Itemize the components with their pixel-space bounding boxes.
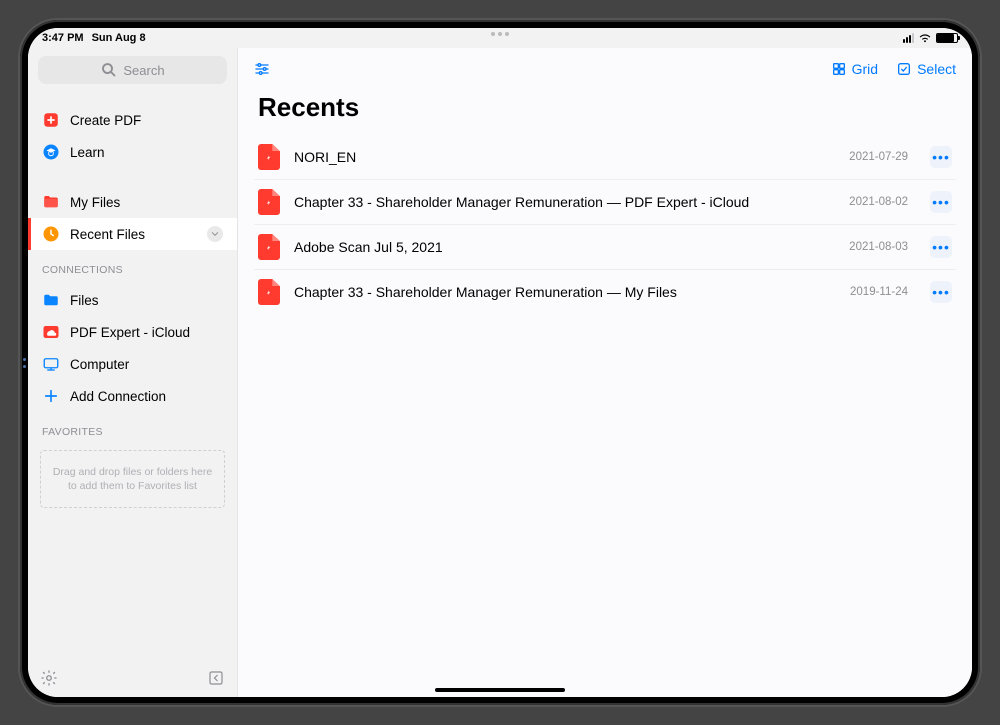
sidebar-footer	[28, 659, 237, 697]
select-button[interactable]: Select	[896, 61, 956, 77]
file-name: Chapter 33 - Shareholder Manager Remuner…	[294, 284, 836, 300]
main-panel: Grid Select Recents NORI_EN 2021-07-29	[238, 48, 972, 697]
grid-label: Grid	[852, 61, 878, 77]
pdf-expert-cloud-icon	[42, 323, 60, 341]
sidebar-item-pdf-expert-icloud[interactable]: PDF Expert - iCloud	[28, 316, 237, 348]
sidebar-item-label: Computer	[70, 357, 129, 372]
settings-gear-icon[interactable]	[40, 669, 58, 687]
sidebar-item-my-files[interactable]: My Files	[28, 186, 237, 218]
file-row[interactable]: Chapter 33 - Shareholder Manager Remuner…	[254, 180, 956, 225]
status-bar: 3:47 PM Sun Aug 8	[28, 28, 972, 48]
wifi-icon	[918, 33, 932, 43]
file-name: Adobe Scan Jul 5, 2021	[294, 239, 835, 255]
file-date: 2019-11-24	[850, 286, 908, 298]
search-input[interactable]: Search	[38, 56, 227, 84]
app-content: Search Create PDF Learn	[28, 48, 972, 697]
collapse-sidebar-icon[interactable]	[207, 669, 225, 687]
file-more-button[interactable]: •••	[930, 146, 952, 168]
sidebar-item-create-pdf[interactable]: Create PDF	[28, 104, 237, 136]
sidebar-item-computer[interactable]: Computer	[28, 348, 237, 380]
sidebar-item-files[interactable]: Files	[28, 284, 237, 316]
multitask-dots[interactable]	[491, 32, 509, 36]
select-checkbox-icon	[896, 61, 912, 77]
page-title: Recents	[238, 86, 972, 135]
sidebar-item-learn[interactable]: Learn	[28, 136, 237, 168]
file-more-button[interactable]: •••	[930, 236, 952, 258]
pdf-file-icon	[258, 144, 280, 170]
learn-icon	[42, 143, 60, 161]
file-name: Chapter 33 - Shareholder Manager Remuner…	[294, 194, 835, 210]
search-icon	[100, 61, 118, 79]
file-row[interactable]: Chapter 33 - Shareholder Manager Remuner…	[254, 270, 956, 314]
search-placeholder: Search	[123, 63, 164, 78]
files-app-icon	[42, 291, 60, 309]
clock-icon	[42, 225, 60, 243]
file-more-button[interactable]: •••	[930, 191, 952, 213]
grid-icon	[831, 61, 847, 77]
sidebar: Search Create PDF Learn	[28, 48, 238, 697]
screen: 3:47 PM Sun Aug 8 Sea	[28, 28, 972, 697]
favorites-header: FAVORITES	[28, 416, 237, 442]
connections-header: CONNECTIONS	[28, 254, 237, 280]
status-date: Sun Aug 8	[92, 32, 146, 44]
file-more-button[interactable]: •••	[930, 281, 952, 303]
pdf-file-icon	[258, 234, 280, 260]
pdf-file-icon	[258, 279, 280, 305]
sidebar-item-label: Learn	[70, 145, 105, 160]
file-row[interactable]: Adobe Scan Jul 5, 2021 2021-08-03 •••	[254, 225, 956, 270]
file-date: 2021-08-02	[849, 196, 908, 208]
sidebar-item-label: My Files	[70, 195, 120, 210]
sidebar-item-label: Recent Files	[70, 227, 145, 242]
sidebar-item-label: Create PDF	[70, 113, 141, 128]
sidebar-item-recent-files[interactable]: Recent Files	[28, 218, 237, 250]
computer-icon	[42, 355, 60, 373]
plus-icon	[42, 387, 60, 405]
folder-icon	[42, 193, 60, 211]
chevron-down-icon[interactable]	[207, 226, 223, 242]
file-row[interactable]: NORI_EN 2021-07-29 •••	[254, 135, 956, 180]
file-date: 2021-07-29	[849, 151, 908, 163]
sliders-icon	[254, 61, 270, 77]
status-time: 3:47 PM	[42, 32, 84, 44]
file-date: 2021-08-03	[849, 241, 908, 253]
ipad-frame: 3:47 PM Sun Aug 8 Sea	[20, 20, 980, 705]
pdf-file-icon	[258, 189, 280, 215]
sidebar-item-label: Add Connection	[70, 389, 166, 404]
favorites-dropzone[interactable]: Drag and drop files or folders here to a…	[40, 450, 225, 508]
battery-icon	[936, 33, 958, 43]
sidebar-item-label: PDF Expert - iCloud	[70, 325, 190, 340]
file-name: NORI_EN	[294, 149, 835, 165]
select-label: Select	[917, 61, 956, 77]
file-list: NORI_EN 2021-07-29 ••• Chapter 33 - Shar…	[238, 135, 972, 314]
grid-view-button[interactable]: Grid	[831, 61, 878, 77]
cellular-icon	[902, 33, 914, 43]
toolbar: Grid Select	[238, 48, 972, 86]
sidebar-item-add-connection[interactable]: Add Connection	[28, 380, 237, 412]
home-indicator[interactable]	[435, 688, 565, 692]
sort-filter-button[interactable]	[254, 61, 270, 77]
sidebar-item-label: Files	[70, 293, 99, 308]
create-pdf-icon	[42, 111, 60, 129]
smart-connector-dots	[23, 358, 26, 368]
